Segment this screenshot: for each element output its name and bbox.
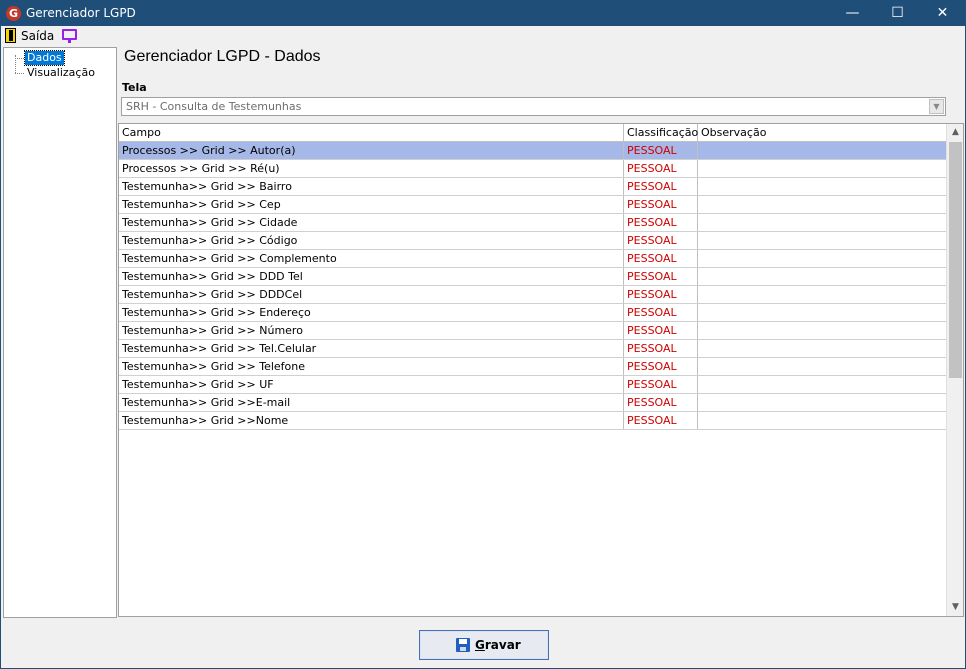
table-row[interactable]: Testemunha>> Grid >> Bairro PESSOAL	[119, 178, 947, 196]
window-title: Gerenciador LGPD	[26, 6, 136, 20]
table-row[interactable]: Testemunha>> Grid >> Número PESSOAL	[119, 322, 947, 340]
cell-classificacao[interactable]: PESSOAL	[624, 250, 698, 267]
cell-observacao[interactable]	[698, 340, 947, 357]
cell-observacao[interactable]	[698, 196, 947, 213]
cell-classificacao[interactable]: PESSOAL	[624, 376, 698, 393]
table-row[interactable]: Testemunha>> Grid >> Código PESSOAL	[119, 232, 947, 250]
cell-observacao[interactable]	[698, 376, 947, 393]
cell-campo[interactable]: Processos >> Grid >> Ré(u)	[119, 160, 624, 177]
minimize-button[interactable]: —	[830, 1, 875, 26]
cell-classificacao[interactable]: PESSOAL	[624, 286, 698, 303]
maximize-button[interactable]: ☐	[875, 1, 920, 26]
cell-classificacao[interactable]: PESSOAL	[624, 268, 698, 285]
scroll-up-icon[interactable]: ▲	[947, 124, 964, 141]
cell-campo[interactable]: Testemunha>> Grid >> Bairro	[119, 178, 624, 195]
table-row[interactable]: Testemunha>> Grid >>E-mail PESSOAL	[119, 394, 947, 412]
vertical-scrollbar[interactable]: ▲ ▼	[946, 124, 963, 616]
tree-item-visualizacao[interactable]: Visualização	[25, 66, 97, 80]
cell-campo[interactable]: Testemunha>> Grid >>E-mail	[119, 394, 624, 411]
tela-select[interactable]: SRH - Consulta de Testemunhas ▼	[121, 97, 946, 116]
exit-door-icon[interactable]	[5, 28, 16, 43]
data-grid: Campo Classificação Observação Processos…	[118, 123, 964, 617]
cell-observacao[interactable]	[698, 214, 947, 231]
tela-label: Tela	[122, 81, 147, 94]
cell-classificacao[interactable]: PESSOAL	[624, 322, 698, 339]
cell-campo[interactable]: Testemunha>> Grid >> Telefone	[119, 358, 624, 375]
column-header-observacao[interactable]: Observação	[698, 124, 947, 142]
cell-classificacao[interactable]: PESSOAL	[624, 412, 698, 429]
table-row[interactable]: Processos >> Grid >> Ré(u) PESSOAL	[119, 160, 947, 178]
cell-observacao[interactable]	[698, 394, 947, 411]
chevron-down-icon[interactable]: ▼	[929, 99, 944, 114]
cell-classificacao[interactable]: PESSOAL	[624, 160, 698, 177]
tree-item-dados[interactable]: Dados	[24, 50, 65, 66]
cell-observacao[interactable]	[698, 304, 947, 321]
cell-campo[interactable]: Testemunha>> Grid >>Nome	[119, 412, 624, 429]
cell-classificacao[interactable]: PESSOAL	[624, 196, 698, 213]
cell-observacao[interactable]	[698, 268, 947, 285]
monitor-icon[interactable]	[62, 29, 77, 43]
app-icon: G	[6, 6, 21, 21]
table-row[interactable]: Testemunha>> Grid >> Cep PESSOAL	[119, 196, 947, 214]
close-button[interactable]: ✕	[920, 1, 965, 26]
table-row[interactable]: Testemunha>> Grid >> Tel.Celular PESSOAL	[119, 340, 947, 358]
cell-campo[interactable]: Testemunha>> Grid >> DDDCel	[119, 286, 624, 303]
table-row[interactable]: Testemunha>> Grid >> Telefone PESSOAL	[119, 358, 947, 376]
floppy-disk-icon	[456, 638, 470, 652]
cell-campo[interactable]: Processos >> Grid >> Autor(a)	[119, 142, 624, 159]
cell-observacao[interactable]	[698, 178, 947, 195]
table-row[interactable]: Testemunha>> Grid >> Complemento PESSOAL	[119, 250, 947, 268]
cell-campo[interactable]: Testemunha>> Grid >> Tel.Celular	[119, 340, 624, 357]
cell-campo[interactable]: Testemunha>> Grid >> DDD Tel	[119, 268, 624, 285]
column-header-campo[interactable]: Campo	[119, 124, 624, 142]
cell-campo[interactable]: Testemunha>> Grid >> Cidade	[119, 214, 624, 231]
menu-item-exit[interactable]: Saída	[21, 29, 54, 43]
cell-classificacao[interactable]: PESSOAL	[624, 178, 698, 195]
cell-classificacao[interactable]: PESSOAL	[624, 340, 698, 357]
cell-classificacao[interactable]: PESSOAL	[624, 304, 698, 321]
cell-observacao[interactable]	[698, 232, 947, 249]
save-button-label: Gravar	[475, 638, 521, 652]
title-bar: G Gerenciador LGPD — ☐ ✕	[1, 1, 965, 26]
cell-observacao[interactable]	[698, 286, 947, 303]
cell-observacao[interactable]	[698, 142, 947, 159]
cell-observacao[interactable]	[698, 250, 947, 267]
cell-observacao[interactable]	[698, 412, 947, 429]
table-row[interactable]: Testemunha>> Grid >> Endereço PESSOAL	[119, 304, 947, 322]
grid-rows: Processos >> Grid >> Autor(a) PESSOAL Proc…	[119, 142, 947, 430]
save-button[interactable]: Gravar	[419, 630, 549, 660]
cell-campo[interactable]: Testemunha>> Grid >> Complemento	[119, 250, 624, 267]
cell-campo[interactable]: Testemunha>> Grid >> Número	[119, 322, 624, 339]
tree-connector	[15, 73, 24, 74]
grid-header: Campo Classificação Observação	[119, 124, 947, 142]
column-header-classificacao[interactable]: Classificação	[624, 124, 698, 142]
table-row[interactable]: Processos >> Grid >> Autor(a) PESSOAL	[119, 142, 947, 160]
cell-observacao[interactable]	[698, 322, 947, 339]
scroll-down-icon[interactable]: ▼	[947, 599, 964, 616]
cell-observacao[interactable]	[698, 160, 947, 177]
navigation-tree: Dados Visualização	[3, 47, 117, 618]
table-row[interactable]: Testemunha>> Grid >> UF PESSOAL	[119, 376, 947, 394]
table-row[interactable]: Testemunha>> Grid >>Nome PESSOAL	[119, 412, 947, 430]
menu-bar: Saída	[1, 26, 965, 45]
cell-classificacao[interactable]: PESSOAL	[624, 142, 698, 159]
cell-observacao[interactable]	[698, 358, 947, 375]
cell-classificacao[interactable]: PESSOAL	[624, 358, 698, 375]
table-row[interactable]: Testemunha>> Grid >> DDD Tel PESSOAL	[119, 268, 947, 286]
cell-classificacao[interactable]: PESSOAL	[624, 214, 698, 231]
tree-connector	[15, 58, 24, 59]
cell-classificacao[interactable]: PESSOAL	[624, 394, 698, 411]
scrollbar-thumb[interactable]	[949, 142, 962, 378]
cell-classificacao[interactable]: PESSOAL	[624, 232, 698, 249]
cell-campo[interactable]: Testemunha>> Grid >> UF	[119, 376, 624, 393]
cell-campo[interactable]: Testemunha>> Grid >> Endereço	[119, 304, 624, 321]
cell-campo[interactable]: Testemunha>> Grid >> Cep	[119, 196, 624, 213]
app-window: G Gerenciador LGPD — ☐ ✕ Saída Dados Vis…	[0, 0, 966, 669]
tela-select-value: SRH - Consulta de Testemunhas	[126, 100, 302, 113]
table-row[interactable]: Testemunha>> Grid >> Cidade PESSOAL	[119, 214, 947, 232]
cell-campo[interactable]: Testemunha>> Grid >> Código	[119, 232, 624, 249]
table-row[interactable]: Testemunha>> Grid >> DDDCel PESSOAL	[119, 286, 947, 304]
page-title: Gerenciador LGPD - Dados	[124, 48, 321, 65]
